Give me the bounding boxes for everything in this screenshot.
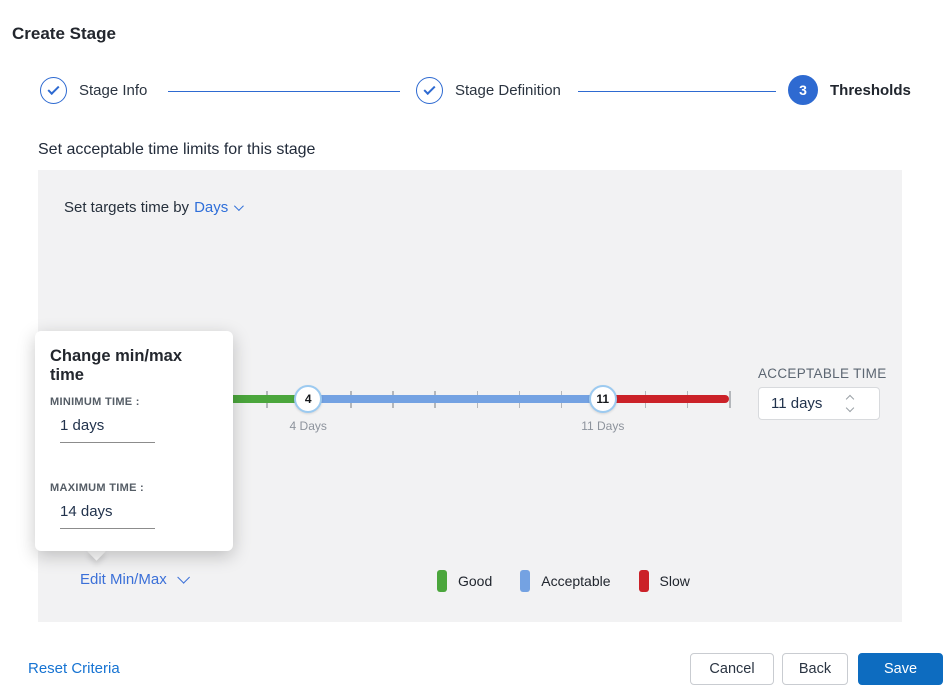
legend-item-slow: Slow (638, 570, 690, 592)
change-minmax-popover: Change min/max time MINIMUM TIME : MAXIM… (35, 331, 233, 551)
step-stage-definition[interactable]: Stage Definition (416, 77, 561, 104)
legend-item-acceptable: Acceptable (520, 570, 611, 592)
slow-swatch (638, 570, 649, 592)
maximum-time-label: MAXIMUM TIME : (50, 482, 145, 494)
reset-criteria-link[interactable]: Reset Criteria (28, 660, 120, 677)
acceptable-time-field (758, 387, 880, 420)
legend-label: Good (458, 573, 493, 589)
number-stepper (845, 394, 855, 413)
acceptable-time-input[interactable] (759, 395, 845, 412)
handle-day-label: 4 Days (289, 419, 327, 433)
edit-minmax-label: Edit Min/Max (80, 571, 167, 588)
slider-segment-slow (602, 395, 729, 403)
acceptable-swatch (520, 570, 531, 592)
step-label: Stage Info (79, 82, 148, 99)
acceptable-time-label: ACCEPTABLE TIME (758, 366, 887, 381)
back-button[interactable]: Back (782, 653, 848, 685)
edit-minmax-toggle[interactable]: Edit Min/Max (80, 571, 190, 588)
step-stage-info[interactable]: Stage Info (40, 77, 147, 104)
maximum-time-input[interactable] (60, 503, 155, 529)
step-thresholds[interactable]: 3 Thresholds (788, 75, 911, 105)
step-complete-circle (416, 77, 443, 104)
check-icon (47, 82, 60, 95)
step-current-circle: 3 (788, 75, 818, 105)
popover-title: Change min/max time (50, 347, 183, 384)
section-heading: Set acceptable time limits for this stag… (38, 141, 316, 158)
stepper: Stage Info Stage Definition 3 Thresholds (38, 75, 943, 107)
minimum-time-label: MINIMUM TIME : (50, 396, 140, 408)
legend-item-good: Good (437, 570, 492, 592)
slider-handle-min[interactable]: 4 (294, 385, 323, 413)
good-swatch (437, 570, 447, 592)
step-number: 3 (799, 82, 807, 98)
create-stage-page: Create Stage Stage Info Stage Definition… (0, 0, 943, 699)
step-label: Thresholds (830, 81, 911, 99)
check-icon (423, 82, 436, 95)
legend-label: Acceptable (541, 573, 611, 589)
step-label: Stage Definition (455, 82, 561, 99)
minimum-time-input[interactable] (60, 417, 155, 443)
page-title: Create Stage (12, 24, 116, 43)
stepper-down-icon[interactable] (845, 403, 855, 413)
cancel-button[interactable]: Cancel (690, 653, 774, 685)
save-button[interactable]: Save (858, 653, 943, 685)
legend-label: Slow (659, 573, 690, 589)
slider-handle-max[interactable]: 11 (588, 385, 617, 413)
stepper-connector (578, 91, 776, 92)
handle-value: 11 (596, 392, 610, 406)
step-complete-circle (40, 77, 67, 104)
legend: Good Acceptable Slow (437, 570, 690, 592)
handle-value: 4 (304, 392, 312, 406)
handle-day-label: 11 Days (581, 419, 625, 433)
slider-segment-acceptable (308, 395, 603, 403)
stepper-connector (168, 91, 400, 92)
slider-tick (729, 391, 731, 408)
stepper-up-icon[interactable] (845, 394, 855, 404)
